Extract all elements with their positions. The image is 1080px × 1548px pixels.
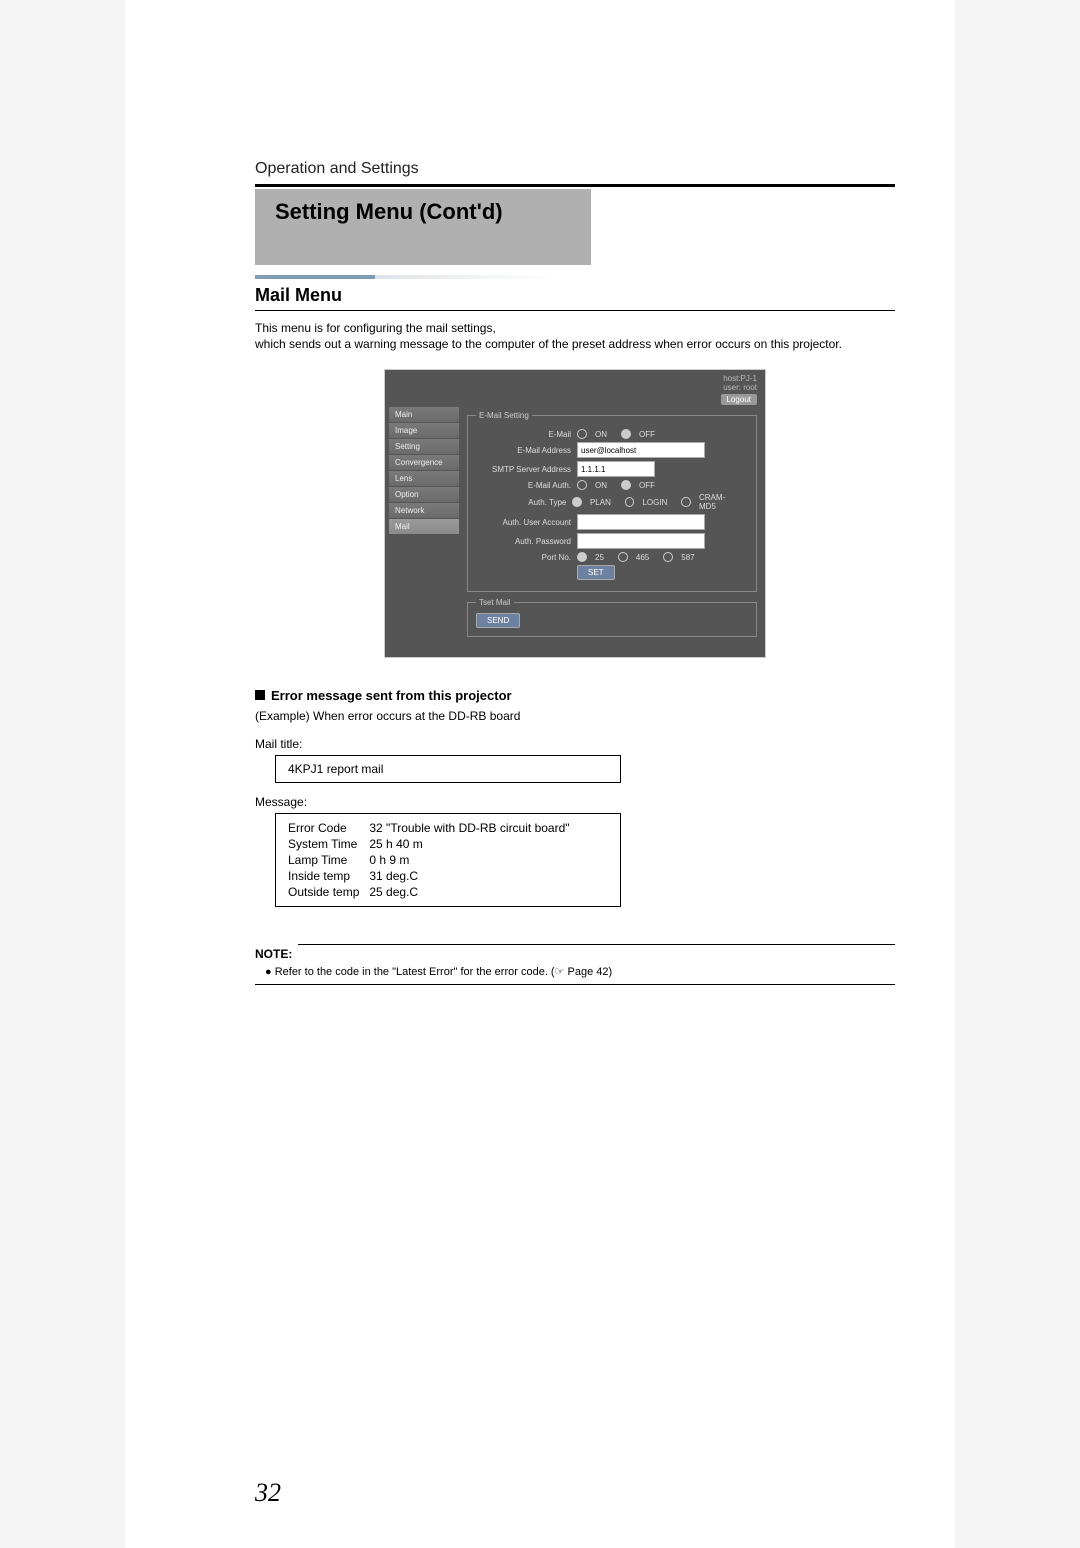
note-label: NOTE: bbox=[255, 947, 292, 961]
nav-network[interactable]: Network bbox=[389, 503, 459, 519]
email-on-radio[interactable] bbox=[577, 429, 587, 439]
logout-button[interactable]: Logout bbox=[721, 394, 757, 405]
message-box: Error Code32 "Trouble with DD-RB circuit… bbox=[275, 813, 621, 907]
auth-on-radio[interactable] bbox=[577, 480, 587, 490]
web-ui-screenshot: host:PJ-1 user: root Logout Main Image S… bbox=[384, 369, 766, 658]
chapter-title-band: Setting Menu (Cont'd) bbox=[255, 189, 591, 265]
port-label: Port No. bbox=[476, 553, 571, 562]
email-auth-label: E-Mail Auth. bbox=[476, 481, 571, 490]
auth-crammd5-radio[interactable] bbox=[681, 497, 691, 507]
email-setting-fieldset: E-Mail Setting E-Mail ON OFF E-Mail Addr… bbox=[467, 411, 757, 592]
table-row: Lamp Time0 h 9 m bbox=[288, 852, 580, 868]
auth-pass-label: Auth. Password bbox=[476, 537, 571, 546]
port-587-radio[interactable] bbox=[663, 552, 673, 562]
table-row: Error Code32 "Trouble with DD-RB circuit… bbox=[288, 820, 580, 836]
webui-body: Main Image Setting Convergence Lens Opti… bbox=[385, 407, 765, 657]
webui-header: host:PJ-1 user: root Logout bbox=[385, 370, 765, 407]
nav-setting[interactable]: Setting bbox=[389, 439, 459, 455]
message-label: Message: bbox=[255, 795, 895, 809]
rule-thin bbox=[255, 310, 895, 311]
webui-user: user: root bbox=[393, 383, 757, 392]
mail-title-label: Mail title: bbox=[255, 737, 895, 751]
nav-lens[interactable]: Lens bbox=[389, 471, 459, 487]
auth-user-input[interactable] bbox=[577, 514, 705, 530]
intro-line-1: This menu is for configuring the mail se… bbox=[255, 321, 895, 335]
error-msg-heading: Error message sent from this projector bbox=[255, 688, 895, 703]
rule-heavy bbox=[255, 184, 895, 187]
port-25-radio[interactable] bbox=[577, 552, 587, 562]
webui-host: host:PJ-1 bbox=[393, 374, 757, 383]
table-row: Outside temp25 deg.C bbox=[288, 884, 580, 900]
manual-page: Operation and Settings Setting Menu (Con… bbox=[125, 0, 955, 1548]
note-bottom-rule bbox=[255, 984, 895, 985]
auth-login-radio[interactable] bbox=[625, 497, 635, 507]
note-text: ● Refer to the code in the "Latest Error… bbox=[265, 965, 895, 978]
email-setting-legend: E-Mail Setting bbox=[476, 411, 532, 420]
nav-convergence[interactable]: Convergence bbox=[389, 455, 459, 471]
nav-option[interactable]: Option bbox=[389, 487, 459, 503]
smtp-input[interactable] bbox=[577, 461, 655, 477]
email-address-input[interactable] bbox=[577, 442, 705, 458]
test-mail-legend: Tset Mail bbox=[476, 598, 514, 607]
table-row: Inside temp31 deg.C bbox=[288, 868, 580, 884]
square-bullet-icon bbox=[255, 690, 265, 700]
auth-off-radio[interactable] bbox=[621, 480, 631, 490]
example-line: (Example) When error occurs at the DD-RB… bbox=[255, 709, 895, 723]
test-mail-fieldset: Tset Mail SEND bbox=[467, 598, 757, 637]
send-button[interactable]: SEND bbox=[476, 613, 520, 628]
note-rule bbox=[298, 944, 895, 945]
webui-nav: Main Image Setting Convergence Lens Opti… bbox=[389, 407, 459, 647]
email-off-radio[interactable] bbox=[621, 429, 631, 439]
nav-main[interactable]: Main bbox=[389, 407, 459, 423]
breadcrumb: Operation and Settings bbox=[255, 160, 895, 178]
intro-line-2: which sends out a warning message to the… bbox=[255, 337, 895, 351]
smtp-label: SMTP Server Address bbox=[476, 465, 571, 474]
webui-main: E-Mail Setting E-Mail ON OFF E-Mail Addr… bbox=[459, 407, 765, 647]
port-465-radio[interactable] bbox=[618, 552, 628, 562]
set-button[interactable]: SET bbox=[577, 565, 615, 580]
mail-title-value: 4KPJ1 report mail bbox=[288, 762, 383, 776]
nav-image[interactable]: Image bbox=[389, 423, 459, 439]
auth-user-label: Auth. User Account bbox=[476, 518, 571, 527]
page-number: 32 bbox=[255, 1478, 281, 1508]
section-divider bbox=[255, 275, 555, 279]
chapter-title: Setting Menu (Cont'd) bbox=[275, 199, 575, 225]
email-label: E-Mail bbox=[476, 430, 571, 439]
message-table: Error Code32 "Trouble with DD-RB circuit… bbox=[288, 820, 580, 900]
auth-pass-input[interactable] bbox=[577, 533, 705, 549]
auth-plan-radio[interactable] bbox=[572, 497, 582, 507]
auth-type-label: Auth. Type bbox=[476, 498, 566, 507]
mail-title-box: 4KPJ1 report mail bbox=[275, 755, 621, 783]
nav-mail[interactable]: Mail bbox=[389, 519, 459, 535]
section-title: Mail Menu bbox=[255, 285, 895, 306]
table-row: System Time25 h 40 m bbox=[288, 836, 580, 852]
email-address-label: E-Mail Address bbox=[476, 446, 571, 455]
